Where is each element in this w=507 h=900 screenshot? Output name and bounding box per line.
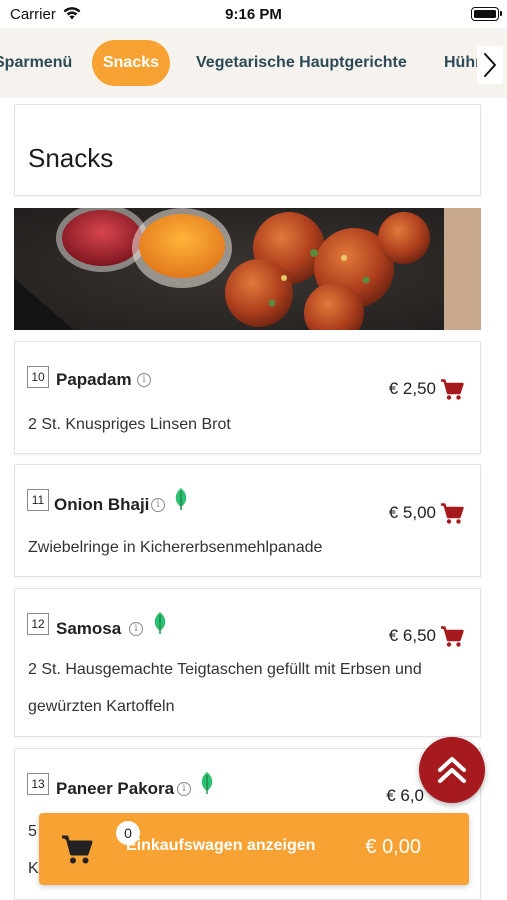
info-icon[interactable]: i [151, 498, 165, 512]
item-name: Papadam [56, 370, 132, 389]
double-chevron-up-icon [438, 757, 466, 783]
item-description: 2 St. Hausgemachte Teigtaschen gefüllt m… [28, 661, 422, 715]
item-number: 11 [27, 489, 49, 511]
snacks-photo [14, 208, 481, 330]
clock: 9:16 PM [225, 6, 282, 23]
item-name: Onion Bhaji [54, 495, 150, 514]
tab-snacks[interactable]: Snacks [92, 40, 170, 86]
item-price: € 6,0 [386, 786, 424, 805]
item-price: € 5,00 [388, 503, 436, 522]
view-cart-button[interactable]: 0 Einkaufswagen anzeigen € 0,00 [39, 813, 469, 885]
info-icon[interactable]: i [137, 373, 151, 387]
item-number: 12 [27, 613, 49, 635]
menu-item-card[interactable]: 12 Samosa i € 6,50 2 St. Hausgemachte Te… [14, 588, 481, 737]
item-number: 10 [27, 366, 49, 388]
item-price: € 2,50 [388, 379, 436, 398]
add-to-cart-icon[interactable] [440, 626, 464, 648]
section-header-card: Snacks [14, 104, 481, 196]
item-name: Paneer Pakora [56, 779, 175, 798]
add-to-cart-icon[interactable] [440, 503, 464, 525]
vegetarian-leaf-icon [175, 488, 187, 510]
section-title: Snacks [28, 143, 114, 173]
item-description: Zwiebelringe in Kichererbsenmehlpanade [28, 539, 323, 556]
scroll-to-top-button[interactable] [419, 737, 485, 803]
add-to-cart-icon[interactable] [440, 379, 464, 401]
shopping-cart-icon [62, 835, 93, 864]
tab-vegetarische-hauptgerichte[interactable]: Vegetarische Hauptgerichte [196, 40, 407, 86]
cart-total: € 0,00 [365, 836, 421, 858]
category-tab-bar: Sparmenü Snacks Vegetarische Hauptgerich… [0, 28, 507, 98]
battery-icon [471, 7, 502, 21]
chevron-right-icon [484, 53, 496, 77]
tabs-scroll-right-button[interactable] [477, 46, 503, 84]
item-price: € 6,50 [388, 626, 436, 645]
section-banner-image [14, 208, 481, 330]
vegetarian-leaf-icon [201, 772, 213, 794]
view-cart-label: Einkaufswagen anzeigen [126, 837, 316, 854]
status-bar: Carrier 9:16 PM [0, 0, 507, 28]
info-icon[interactable]: i [129, 622, 143, 636]
info-icon[interactable]: i [177, 782, 191, 796]
item-number: 13 [27, 773, 49, 795]
menu-item-card[interactable]: 11 Onion Bhaji i € 5,00 Zwiebelringe in … [14, 464, 481, 577]
item-name: Samosa [56, 619, 122, 638]
item-description: 2 St. Knuspriges Linsen Brot [28, 416, 231, 433]
vegetarian-leaf-icon [154, 612, 166, 634]
tab-sparmenu[interactable]: Sparmenü [0, 40, 72, 86]
menu-item-card[interactable]: 10 Papadam i € 2,50 2 St. Knuspriges Lin… [14, 341, 481, 454]
